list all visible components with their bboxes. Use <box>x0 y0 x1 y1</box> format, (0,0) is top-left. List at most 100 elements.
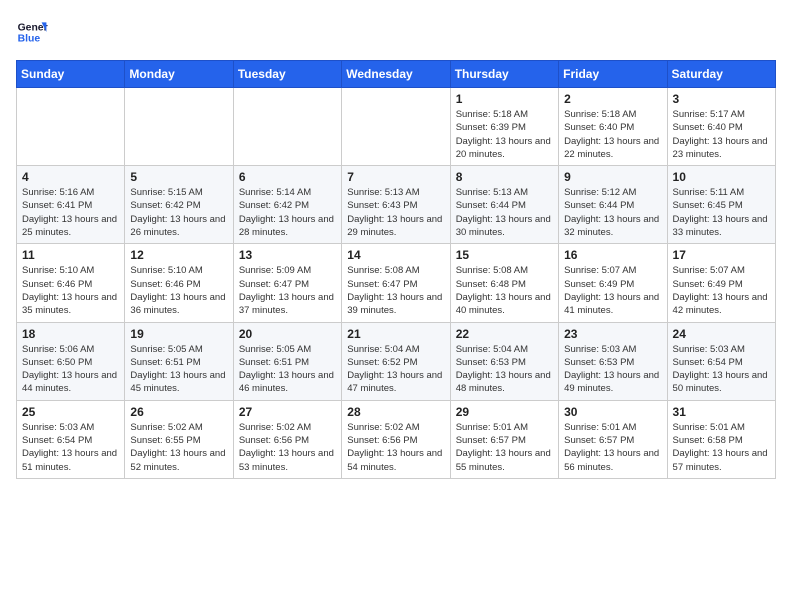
calendar-cell <box>342 88 450 166</box>
day-number: 16 <box>564 248 661 262</box>
calendar-cell: 28 Sunrise: 5:02 AM Sunset: 6:56 PM Dayli… <box>342 400 450 478</box>
calendar-cell: 15 Sunrise: 5:08 AM Sunset: 6:48 PM Dayli… <box>450 244 558 322</box>
calendar-week-5: 25 Sunrise: 5:03 AM Sunset: 6:54 PM Dayli… <box>17 400 776 478</box>
day-number: 23 <box>564 327 661 341</box>
weekday-header-saturday: Saturday <box>667 61 775 88</box>
weekday-header-sunday: Sunday <box>17 61 125 88</box>
day-info: Sunrise: 5:03 AM Sunset: 6:54 PM Dayligh… <box>22 421 119 474</box>
weekday-header-monday: Monday <box>125 61 233 88</box>
calendar-week-4: 18Sunrise: 5:06 AM Sunset: 6:50 PM Dayli… <box>17 322 776 400</box>
day-number: 24 <box>673 327 770 341</box>
logo: General Blue <box>16 16 48 48</box>
day-info: Sunrise: 5:14 AM Sunset: 6:42 PM Dayligh… <box>239 186 336 239</box>
day-info: Sunrise: 5:07 AM Sunset: 6:49 PM Dayligh… <box>673 264 770 317</box>
calendar-cell: 20 Sunrise: 5:05 AM Sunset: 6:51 PM Dayli… <box>233 322 341 400</box>
day-number: 31 <box>673 405 770 419</box>
day-info: Sunrise: 5:07 AM Sunset: 6:49 PM Dayligh… <box>564 264 661 317</box>
day-number: 4 <box>22 170 119 184</box>
svg-text:Blue: Blue <box>18 34 41 45</box>
day-info: Sunrise: 5:02 AM Sunset: 6:56 PM Dayligh… <box>239 421 336 474</box>
day-number: 1 <box>456 92 553 106</box>
day-number: 13 <box>239 248 336 262</box>
calendar-cell: 4 Sunrise: 5:16 AM Sunset: 6:41 PM Daylig… <box>17 166 125 244</box>
day-number: 21 <box>347 327 444 341</box>
day-info: Sunrise: 5:03 AM Sunset: 6:54 PM Dayligh… <box>673 343 770 396</box>
calendar-cell: 3 Sunrise: 5:17 AM Sunset: 6:40 PM Daylig… <box>667 88 775 166</box>
day-number: 26 <box>130 405 227 419</box>
weekday-header-tuesday: Tuesday <box>233 61 341 88</box>
day-info: Sunrise: 5:06 AM Sunset: 6:50 PM Dayligh… <box>22 343 119 396</box>
calendar-cell: 26Sunrise: 5:02 AM Sunset: 6:55 PM Dayli… <box>125 400 233 478</box>
day-number: 25 <box>22 405 119 419</box>
calendar-week-2: 4 Sunrise: 5:16 AM Sunset: 6:41 PM Daylig… <box>17 166 776 244</box>
calendar-week-3: 11 Sunrise: 5:10 AM Sunset: 6:46 PM Dayli… <box>17 244 776 322</box>
day-info: Sunrise: 5:18 AM Sunset: 6:40 PM Dayligh… <box>564 108 661 161</box>
day-info: Sunrise: 5:01 AM Sunset: 6:58 PM Dayligh… <box>673 421 770 474</box>
calendar-cell: 13 Sunrise: 5:09 AM Sunset: 6:47 PM Dayli… <box>233 244 341 322</box>
day-info: Sunrise: 5:09 AM Sunset: 6:47 PM Dayligh… <box>239 264 336 317</box>
calendar-cell: 5Sunrise: 5:15 AM Sunset: 6:42 PM Daylig… <box>125 166 233 244</box>
day-info: Sunrise: 5:16 AM Sunset: 6:41 PM Dayligh… <box>22 186 119 239</box>
calendar-cell: 18Sunrise: 5:06 AM Sunset: 6:50 PM Dayli… <box>17 322 125 400</box>
day-number: 11 <box>22 248 119 262</box>
calendar-cell: 16 Sunrise: 5:07 AM Sunset: 6:49 PM Dayli… <box>559 244 667 322</box>
day-info: Sunrise: 5:02 AM Sunset: 6:56 PM Dayligh… <box>347 421 444 474</box>
calendar-cell: 21 Sunrise: 5:04 AM Sunset: 6:52 PM Dayli… <box>342 322 450 400</box>
weekday-header-row: SundayMondayTuesdayWednesdayThursdayFrid… <box>17 61 776 88</box>
calendar-cell: 27 Sunrise: 5:02 AM Sunset: 6:56 PM Dayli… <box>233 400 341 478</box>
day-info: Sunrise: 5:18 AM Sunset: 6:39 PM Dayligh… <box>456 108 553 161</box>
day-info: Sunrise: 5:10 AM Sunset: 6:46 PM Dayligh… <box>130 264 227 317</box>
day-info: Sunrise: 5:10 AM Sunset: 6:46 PM Dayligh… <box>22 264 119 317</box>
calendar-cell: 23 Sunrise: 5:03 AM Sunset: 6:53 PM Dayli… <box>559 322 667 400</box>
calendar-cell: 2Sunrise: 5:18 AM Sunset: 6:40 PM Daylig… <box>559 88 667 166</box>
day-info: Sunrise: 5:08 AM Sunset: 6:47 PM Dayligh… <box>347 264 444 317</box>
day-number: 22 <box>456 327 553 341</box>
day-info: Sunrise: 5:01 AM Sunset: 6:57 PM Dayligh… <box>456 421 553 474</box>
calendar-cell: 29 Sunrise: 5:01 AM Sunset: 6:57 PM Dayli… <box>450 400 558 478</box>
calendar-cell: 9Sunrise: 5:12 AM Sunset: 6:44 PM Daylig… <box>559 166 667 244</box>
logo-icon: General Blue <box>16 16 48 48</box>
day-number: 28 <box>347 405 444 419</box>
day-info: Sunrise: 5:04 AM Sunset: 6:53 PM Dayligh… <box>456 343 553 396</box>
day-info: Sunrise: 5:05 AM Sunset: 6:51 PM Dayligh… <box>239 343 336 396</box>
calendar-cell: 10 Sunrise: 5:11 AM Sunset: 6:45 PM Dayli… <box>667 166 775 244</box>
weekday-header-thursday: Thursday <box>450 61 558 88</box>
day-number: 8 <box>456 170 553 184</box>
day-info: Sunrise: 5:12 AM Sunset: 6:44 PM Dayligh… <box>564 186 661 239</box>
day-info: Sunrise: 5:17 AM Sunset: 6:40 PM Dayligh… <box>673 108 770 161</box>
day-number: 10 <box>673 170 770 184</box>
calendar-cell <box>17 88 125 166</box>
day-info: Sunrise: 5:04 AM Sunset: 6:52 PM Dayligh… <box>347 343 444 396</box>
day-info: Sunrise: 5:11 AM Sunset: 6:45 PM Dayligh… <box>673 186 770 239</box>
calendar-cell: 8 Sunrise: 5:13 AM Sunset: 6:44 PM Daylig… <box>450 166 558 244</box>
weekday-header-wednesday: Wednesday <box>342 61 450 88</box>
day-info: Sunrise: 5:13 AM Sunset: 6:44 PM Dayligh… <box>456 186 553 239</box>
day-number: 20 <box>239 327 336 341</box>
day-number: 3 <box>673 92 770 106</box>
calendar-cell: 7Sunrise: 5:13 AM Sunset: 6:43 PM Daylig… <box>342 166 450 244</box>
day-number: 6 <box>239 170 336 184</box>
calendar-cell: 11 Sunrise: 5:10 AM Sunset: 6:46 PM Dayli… <box>17 244 125 322</box>
calendar-table: SundayMondayTuesdayWednesdayThursdayFrid… <box>16 60 776 479</box>
day-info: Sunrise: 5:03 AM Sunset: 6:53 PM Dayligh… <box>564 343 661 396</box>
calendar-cell: 25 Sunrise: 5:03 AM Sunset: 6:54 PM Dayli… <box>17 400 125 478</box>
day-info: Sunrise: 5:05 AM Sunset: 6:51 PM Dayligh… <box>130 343 227 396</box>
page-header: General Blue <box>16 16 776 48</box>
calendar-cell: 14 Sunrise: 5:08 AM Sunset: 6:47 PM Dayli… <box>342 244 450 322</box>
calendar-week-1: 1 Sunrise: 5:18 AM Sunset: 6:39 PM Daylig… <box>17 88 776 166</box>
day-number: 17 <box>673 248 770 262</box>
day-info: Sunrise: 5:01 AM Sunset: 6:57 PM Dayligh… <box>564 421 661 474</box>
day-info: Sunrise: 5:08 AM Sunset: 6:48 PM Dayligh… <box>456 264 553 317</box>
day-info: Sunrise: 5:13 AM Sunset: 6:43 PM Dayligh… <box>347 186 444 239</box>
calendar-cell: 24 Sunrise: 5:03 AM Sunset: 6:54 PM Dayli… <box>667 322 775 400</box>
day-number: 15 <box>456 248 553 262</box>
calendar-cell <box>125 88 233 166</box>
day-number: 14 <box>347 248 444 262</box>
day-number: 27 <box>239 405 336 419</box>
day-number: 29 <box>456 405 553 419</box>
day-number: 30 <box>564 405 661 419</box>
calendar-cell: 30 Sunrise: 5:01 AM Sunset: 6:57 PM Dayli… <box>559 400 667 478</box>
calendar-cell: 22 Sunrise: 5:04 AM Sunset: 6:53 PM Dayli… <box>450 322 558 400</box>
calendar-cell: 1 Sunrise: 5:18 AM Sunset: 6:39 PM Daylig… <box>450 88 558 166</box>
day-number: 12 <box>130 248 227 262</box>
